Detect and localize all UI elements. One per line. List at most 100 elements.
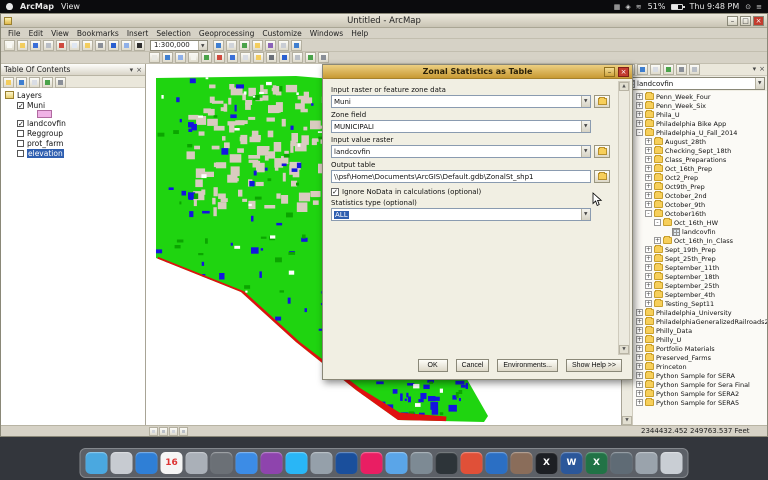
catalog-tree-item[interactable]: landcovfin (633, 227, 767, 236)
toolbar-icon[interactable] (240, 52, 251, 63)
catalog-tree-item[interactable]: Oct9th_Prep (633, 182, 767, 191)
battery-icon[interactable] (671, 3, 686, 10)
dropdown-arrow-icon[interactable] (755, 78, 764, 89)
toolbar-icon[interactable] (162, 52, 173, 63)
dock-icon[interactable] (485, 452, 508, 474)
layer-visibility-checkbox[interactable] (17, 129, 24, 137)
catalog-tree-item[interactable]: Python Sample for SERA2 (633, 389, 767, 398)
toc-toolbar-icon[interactable] (55, 77, 66, 88)
expand-toggle-icon[interactable] (663, 228, 670, 235)
menu-item[interactable]: Edit (25, 29, 48, 38)
toolbar-icon[interactable] (149, 52, 160, 63)
catalog-tree-item[interactable]: Sept_19th_Prep (633, 245, 767, 254)
toolbar-icon[interactable] (95, 39, 106, 51)
ignore-nodata-checkbox[interactable] (331, 188, 339, 196)
catalog-tree-item[interactable]: Python Sample for SERA5 (633, 398, 767, 407)
dock-icon[interactable] (235, 452, 258, 474)
menu-item[interactable]: File (4, 29, 25, 38)
toolbar-icon[interactable] (266, 52, 277, 63)
value-raster-browse-button[interactable] (594, 145, 610, 158)
macos-app-menu[interactable]: ArcMap (20, 2, 54, 11)
output-table-input[interactable]: \\psf\Home\Documents\ArcGIS\Default.gdb\… (331, 170, 591, 183)
catalog-toolbar-icon[interactable] (663, 64, 674, 75)
catalog-tree-item[interactable]: Philadelphia_University (633, 308, 767, 317)
dock-icon[interactable]: 16 (160, 452, 183, 474)
catalog-tree-item[interactable]: Class_Preparations (633, 155, 767, 164)
catalog-tree-item[interactable]: Oct_16th_Prep (633, 164, 767, 173)
catalog-tree-item[interactable]: August_28th (633, 137, 767, 146)
expand-toggle-icon[interactable] (645, 174, 652, 181)
toolbar-icon[interactable] (227, 52, 238, 63)
window-titlebar[interactable]: Untitled - ArcMap – □ × (1, 14, 767, 28)
catalog-tree-item[interactable]: September_18th (633, 272, 767, 281)
expand-toggle-icon[interactable] (645, 201, 652, 208)
menubar-status-icon[interactable]: ≡ (756, 3, 762, 11)
catalog-tree-item[interactable]: Princeton (633, 362, 767, 371)
layer-symbol-swatch[interactable] (1, 110, 145, 118)
toolbar-icon[interactable] (226, 39, 237, 51)
dock-icon[interactable] (135, 452, 158, 474)
expand-toggle-icon[interactable] (636, 354, 643, 361)
toc-layer-row[interactable]: prot_farm (1, 138, 145, 148)
menubar-clock[interactable]: Thu 9:48 PM (689, 2, 739, 11)
catalog-tree-item[interactable]: Philadelphia Bike App (633, 119, 767, 128)
cancel-button[interactable]: Cancel (455, 358, 490, 372)
expand-toggle-icon[interactable] (654, 237, 661, 244)
toc-layer-row[interactable]: landcovfin (1, 118, 145, 128)
dock-icon[interactable] (185, 452, 208, 474)
catalog-location-combo[interactable]: landcovfin (624, 77, 765, 90)
expand-toggle-icon[interactable] (636, 399, 643, 406)
view-toggle-button[interactable] (179, 426, 188, 436)
expand-toggle-icon[interactable] (636, 327, 643, 334)
dock-icon[interactable] (460, 452, 483, 474)
toolbar-icon[interactable] (318, 52, 329, 63)
toolbar-icon[interactable] (108, 39, 119, 51)
dropdown-arrow-icon[interactable] (581, 121, 590, 132)
toolbar-icon[interactable] (4, 39, 15, 51)
dock-icon[interactable] (110, 452, 133, 474)
toolbar-icon[interactable] (292, 52, 303, 63)
dock-icon[interactable] (310, 452, 333, 474)
layer-visibility-checkbox[interactable] (17, 101, 24, 109)
dock-icon[interactable] (510, 452, 533, 474)
toolbar-icon[interactable] (43, 39, 54, 51)
dock-icon[interactable] (635, 452, 658, 474)
menu-item[interactable]: View (47, 29, 73, 38)
dock-icon[interactable] (360, 452, 383, 474)
catalog-tree-item[interactable]: Penn_Week_Four (633, 92, 767, 101)
toolbar-icon[interactable] (17, 39, 28, 51)
expand-toggle-icon[interactable] (636, 93, 643, 100)
expand-toggle-icon[interactable] (645, 273, 652, 280)
scroll-up-icon[interactable]: ▲ (619, 82, 629, 91)
toolbar-icon[interactable] (252, 39, 263, 51)
dock-icon[interactable] (435, 452, 458, 474)
toolbar-icon[interactable] (214, 52, 225, 63)
dock-icon[interactable]: X (585, 452, 608, 474)
catalog-tree-item[interactable]: Preserved_Farms (633, 353, 767, 362)
catalog-tree-item[interactable]: October16th (633, 209, 767, 218)
expand-toggle-icon[interactable] (636, 390, 643, 397)
expand-toggle-icon[interactable] (636, 345, 643, 352)
dock-icon[interactable] (660, 452, 683, 474)
menubar-status-icon[interactable]: ⊙ (745, 3, 751, 11)
toolbar-icon[interactable] (278, 39, 289, 51)
catalog-tree-item[interactable]: Sept_25th_Prep (633, 254, 767, 263)
expand-toggle-icon[interactable] (645, 138, 652, 145)
dialog-titlebar[interactable]: Zonal Statistics as Table – × (323, 65, 632, 79)
dock-icon[interactable] (210, 452, 233, 474)
toolbar-icon[interactable] (253, 52, 264, 63)
expand-toggle-icon[interactable] (645, 147, 652, 154)
catalog-toolbar-icon[interactable] (689, 64, 700, 75)
window-close-button[interactable]: × (753, 15, 764, 26)
menu-item[interactable]: Windows (306, 29, 347, 38)
expand-toggle-icon[interactable] (645, 183, 652, 190)
catalog-tree-item[interactable]: Oct_16th_HW (633, 218, 767, 227)
environments-button[interactable]: Environments... (497, 358, 559, 372)
panel-control-icon[interactable]: ▾ (130, 66, 134, 74)
dock-icon[interactable] (85, 452, 108, 474)
expand-toggle-icon[interactable] (645, 210, 652, 217)
zone-data-browse-button[interactable] (594, 95, 610, 108)
catalog-tree-item[interactable]: Philly_U (633, 335, 767, 344)
toc-root-layers[interactable]: Layers (1, 90, 145, 100)
expand-toggle-icon[interactable] (636, 372, 643, 379)
